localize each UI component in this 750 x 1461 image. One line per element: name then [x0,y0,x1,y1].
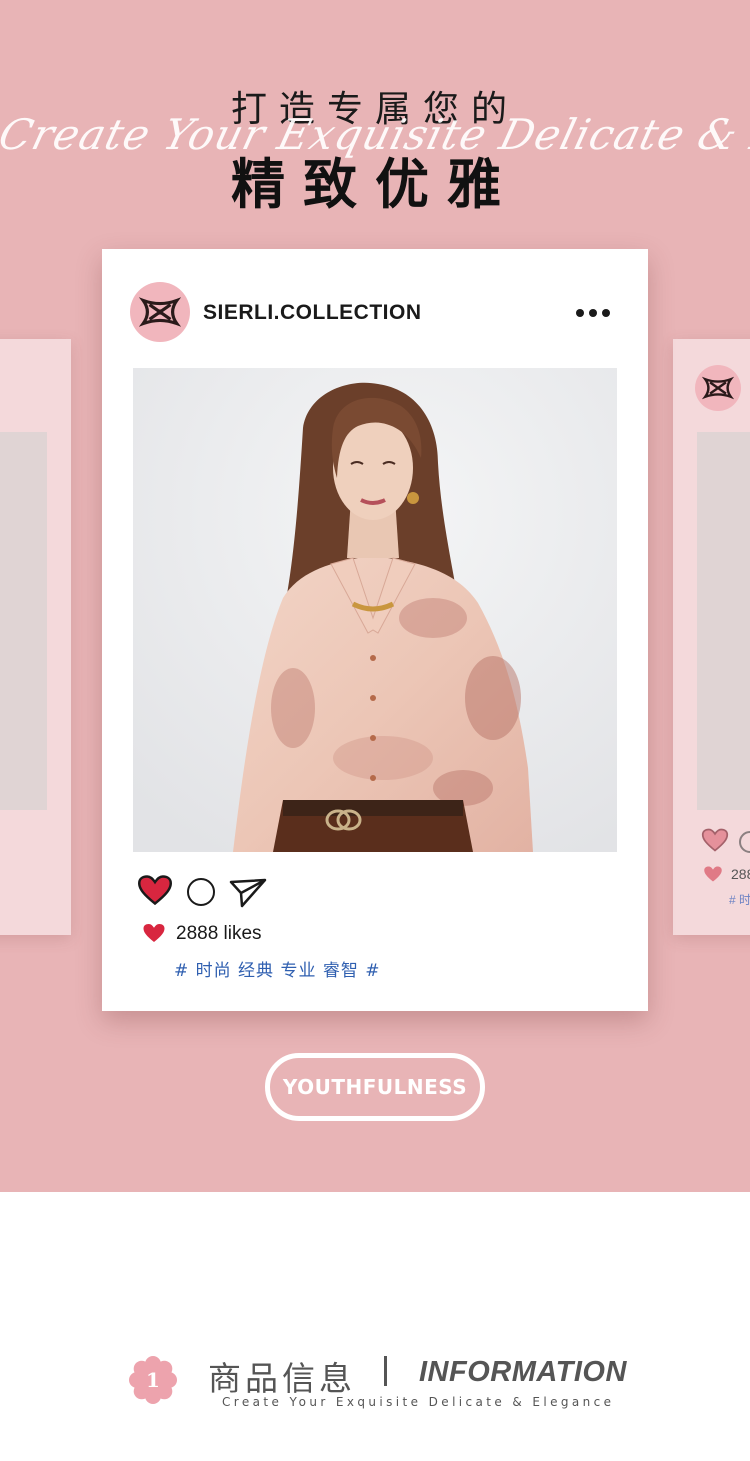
side-post-card-left[interactable] [0,339,71,935]
logo-icon [139,297,181,327]
post-photo [133,368,617,852]
section-subtitle: Create Your Exquisite Delicate & Eleganc… [222,1395,615,1409]
section-divider [384,1356,387,1386]
logo-icon [702,376,734,400]
share-icon[interactable] [228,876,268,908]
side-post-card-right[interactable]: 288 # 时 [673,339,750,935]
post-hashtags[interactable]: # 时尚 经典 专业 睿智 # [174,956,381,981]
flower-badge-icon: 1 [129,1356,177,1404]
post-username[interactable]: SIERLI.COLLECTION [203,301,422,325]
section-title-cn: 商品信息 [208,1359,356,1398]
side-hashtags: # 时 [729,893,750,907]
heart-icon [143,924,165,942]
heart-icon [704,866,722,882]
side-avatar[interactable] [695,365,741,411]
comment-icon[interactable] [739,831,750,853]
likes-count[interactable]: 2888 likes [176,923,262,945]
section-number: 1 [146,1368,160,1392]
side-likes-count: 288 [731,866,750,882]
title-line-2: 精致优雅 [231,153,519,216]
side-post-image-right [697,432,750,810]
more-icon[interactable] [576,305,616,321]
section-title-en: INFORMATION [419,1356,627,1388]
model-illustration [133,368,617,852]
avatar[interactable] [130,282,190,342]
hero-section: 打造专属您的 Create Your Exquisite Delicate & … [0,0,750,1192]
youthfulness-button[interactable]: YOUTHFULNESS [265,1053,485,1121]
side-post-image-left [0,432,47,810]
post-card: SIERLI.COLLECTION 2888 likes # 时尚 经典 专业 … [102,249,648,1011]
youthfulness-button-label: YOUTHFULNESS [282,1075,468,1099]
comment-icon[interactable] [187,878,215,906]
heart-icon[interactable] [701,827,729,853]
heart-icon[interactable] [137,874,173,906]
